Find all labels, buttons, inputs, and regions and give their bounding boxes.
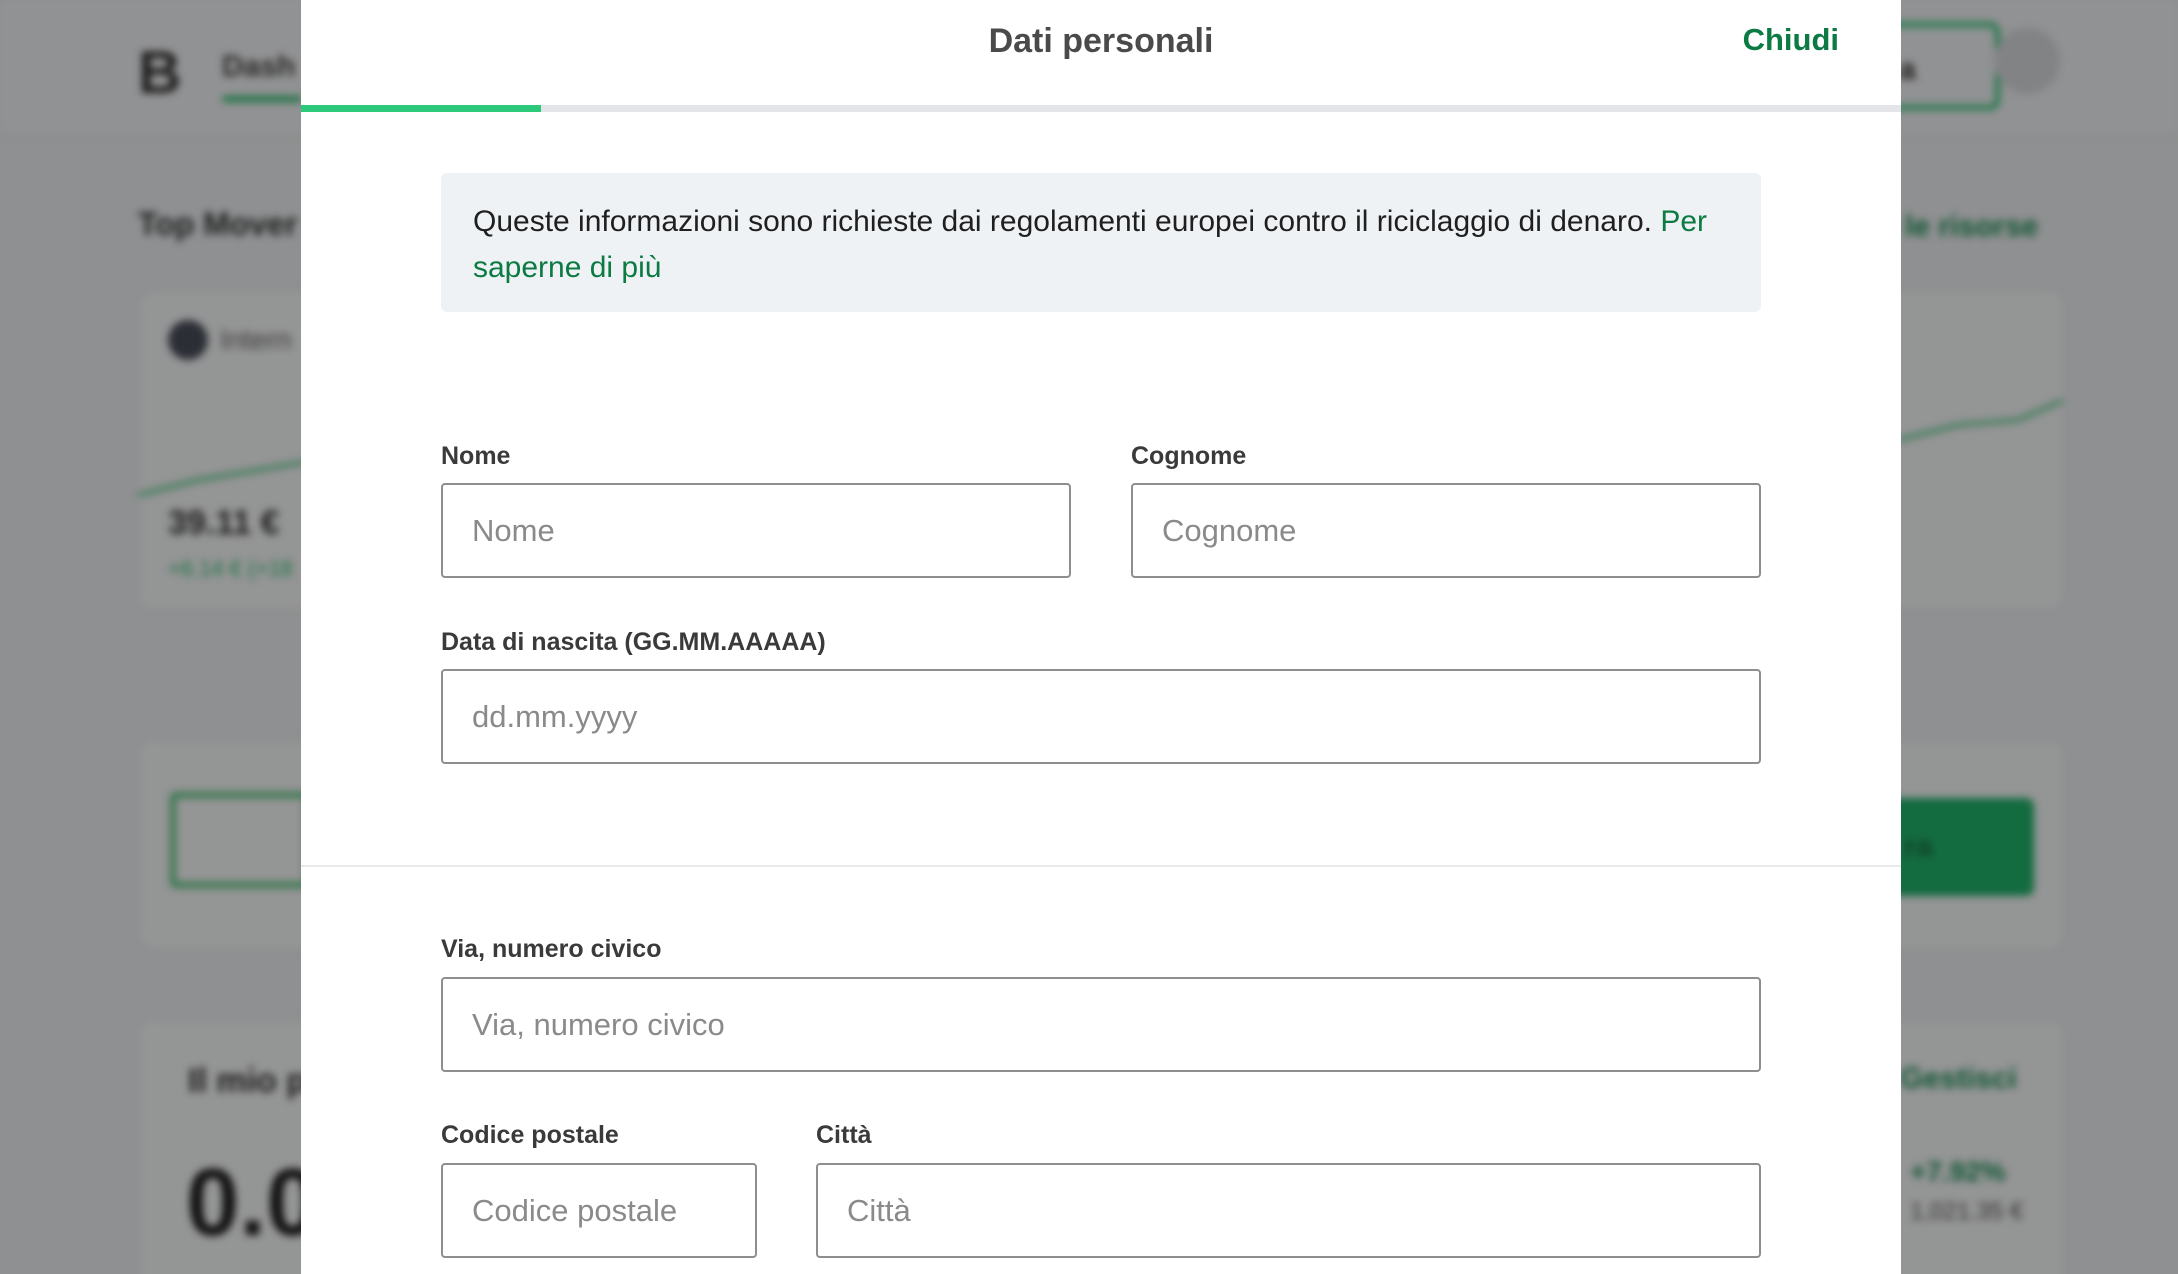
street-input[interactable] — [441, 977, 1761, 1072]
first-name-label: Nome — [441, 442, 511, 470]
birth-date-input[interactable] — [441, 669, 1761, 764]
birth-date-label: Data di nascita (GG.MM.AAAAA) — [441, 628, 826, 656]
street-label: Via, numero civico — [441, 935, 662, 963]
personal-data-modal: Dati personali Chiudi Queste informazion… — [301, 0, 1901, 1274]
modal-title: Dati personali — [988, 22, 1214, 60]
city-label: Città — [816, 1121, 872, 1149]
info-box: Queste informazioni sono richieste dai r… — [441, 173, 1761, 312]
last-name-input[interactable] — [1131, 483, 1761, 578]
info-text: Queste informazioni sono richieste dai r… — [473, 205, 1652, 238]
postal-code-label: Codice postale — [441, 1121, 619, 1149]
postal-code-input[interactable] — [441, 1163, 757, 1258]
progress-fill — [301, 105, 541, 112]
close-button[interactable]: Chiudi — [1743, 22, 1839, 58]
first-name-input[interactable] — [441, 483, 1071, 578]
modal-header: Dati personali Chiudi — [301, 0, 1901, 105]
last-name-label: Cognome — [1131, 442, 1247, 470]
progress-bar — [301, 105, 1901, 112]
city-input[interactable] — [816, 1163, 1761, 1258]
section-divider — [301, 865, 1901, 867]
